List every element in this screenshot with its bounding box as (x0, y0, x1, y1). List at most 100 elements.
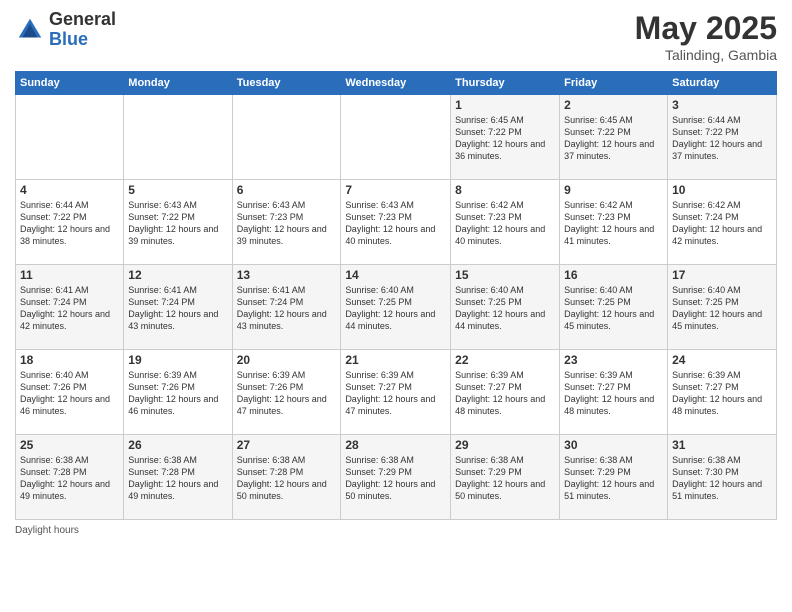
cell-date-number: 20 (237, 353, 337, 367)
cell-info: Sunrise: 6:39 AMSunset: 7:27 PMDaylight:… (455, 369, 555, 418)
calendar-week-row: 25Sunrise: 6:38 AMSunset: 7:28 PMDayligh… (16, 435, 777, 520)
cell-date-number: 16 (564, 268, 663, 282)
cell-info: Sunrise: 6:40 AMSunset: 7:25 PMDaylight:… (672, 284, 772, 333)
title-month: May 2025 (635, 10, 777, 47)
cell-date-number: 24 (672, 353, 772, 367)
calendar-cell: 15Sunrise: 6:40 AMSunset: 7:25 PMDayligh… (451, 265, 560, 350)
cell-date-number: 6 (237, 183, 337, 197)
cell-date-number: 1 (455, 98, 555, 112)
cell-info: Sunrise: 6:38 AMSunset: 7:29 PMDaylight:… (564, 454, 663, 503)
calendar-cell: 2 Sunrise: 6:45 AMSunset: 7:22 PMDaylight… (560, 95, 668, 180)
cell-date-number: 8 (455, 183, 555, 197)
cell-info: Sunrise: 6:39 AMSunset: 7:27 PMDaylight:… (564, 369, 663, 418)
calendar-cell: 24 Sunrise: 6:39 AMSunset: 7:27 PMDayligh… (668, 350, 777, 435)
cell-info: Sunrise: 6:45 AMSunset: 7:22 PMDaylight:… (455, 114, 555, 163)
calendar-cell (124, 95, 232, 180)
cell-date-number: 14 (345, 268, 446, 282)
cell-date-number: 5 (128, 183, 227, 197)
calendar-cell: 10 Sunrise: 6:42 AMSunset: 7:24 PMDayligh… (668, 180, 777, 265)
calendar-cell: 4 Sunrise: 6:44 AMSunset: 7:22 PMDaylight… (16, 180, 124, 265)
cell-info: Sunrise: 6:39 AMSunset: 7:27 PMDaylight:… (672, 369, 772, 418)
logo-general: General (49, 10, 116, 30)
cell-date-number: 3 (672, 98, 772, 112)
cell-info: Sunrise: 6:40 AMSunset: 7:25 PMDaylight:… (345, 284, 446, 333)
title-location: Talinding, Gambia (635, 47, 777, 63)
cell-info: Sunrise: 6:42 AMSunset: 7:24 PMDaylight:… (672, 199, 772, 248)
calendar-cell: 19 Sunrise: 6:39 AMSunset: 7:26 PMDayligh… (124, 350, 232, 435)
calendar-cell (16, 95, 124, 180)
cell-date-number: 29 (455, 438, 555, 452)
calendar-cell (341, 95, 451, 180)
cell-info: Sunrise: 6:39 AMSunset: 7:27 PMDaylight:… (345, 369, 446, 418)
calendar-day-header: Sunday (16, 72, 124, 95)
cell-date-number: 10 (672, 183, 772, 197)
cell-date-number: 23 (564, 353, 663, 367)
cell-info: Sunrise: 6:38 AMSunset: 7:30 PMDaylight:… (672, 454, 772, 503)
calendar-day-header: Tuesday (232, 72, 341, 95)
calendar-cell: 1 Sunrise: 6:45 AMSunset: 7:22 PMDaylight… (451, 95, 560, 180)
cell-info: Sunrise: 6:39 AMSunset: 7:26 PMDaylight:… (128, 369, 227, 418)
calendar-cell: 18 Sunrise: 6:40 AMSunset: 7:26 PMDayligh… (16, 350, 124, 435)
calendar-cell: 29 Sunrise: 6:38 AMSunset: 7:29 PMDayligh… (451, 435, 560, 520)
calendar-day-header: Wednesday (341, 72, 451, 95)
calendar-week-row: 18 Sunrise: 6:40 AMSunset: 7:26 PMDayligh… (16, 350, 777, 435)
calendar-cell: 6Sunrise: 6:43 AMSunset: 7:23 PMDaylight… (232, 180, 341, 265)
calendar-cell: 20 Sunrise: 6:39 AMSunset: 7:26 PMDayligh… (232, 350, 341, 435)
calendar-cell (232, 95, 341, 180)
calendar-cell: 23 Sunrise: 6:39 AMSunset: 7:27 PMDayligh… (560, 350, 668, 435)
calendar-week-row: 4 Sunrise: 6:44 AMSunset: 7:22 PMDaylight… (16, 180, 777, 265)
cell-date-number: 4 (20, 183, 119, 197)
calendar-cell: 8Sunrise: 6:42 AMSunset: 7:23 PMDaylight… (451, 180, 560, 265)
cell-info: Sunrise: 6:40 AMSunset: 7:25 PMDaylight:… (455, 284, 555, 333)
cell-date-number: 30 (564, 438, 663, 452)
cell-date-number: 7 (345, 183, 446, 197)
cell-date-number: 31 (672, 438, 772, 452)
logo-text: General Blue (49, 10, 116, 50)
cell-date-number: 19 (128, 353, 227, 367)
cell-info: Sunrise: 6:41 AMSunset: 7:24 PMDaylight:… (20, 284, 119, 333)
calendar-cell: 21Sunrise: 6:39 AMSunset: 7:27 PMDayligh… (341, 350, 451, 435)
cell-date-number: 28 (345, 438, 446, 452)
calendar-header-row: SundayMondayTuesdayWednesdayThursdayFrid… (16, 72, 777, 95)
calendar-cell: 5Sunrise: 6:43 AMSunset: 7:22 PMDaylight… (124, 180, 232, 265)
cell-info: Sunrise: 6:40 AMSunset: 7:25 PMDaylight:… (564, 284, 663, 333)
calendar-day-header: Monday (124, 72, 232, 95)
cell-date-number: 2 (564, 98, 663, 112)
cell-info: Sunrise: 6:38 AMSunset: 7:29 PMDaylight:… (455, 454, 555, 503)
calendar-cell: 25Sunrise: 6:38 AMSunset: 7:28 PMDayligh… (16, 435, 124, 520)
cell-info: Sunrise: 6:39 AMSunset: 7:26 PMDaylight:… (237, 369, 337, 418)
cell-info: Sunrise: 6:38 AMSunset: 7:28 PMDaylight:… (20, 454, 119, 503)
cell-info: Sunrise: 6:45 AMSunset: 7:22 PMDaylight:… (564, 114, 663, 163)
logo-icon (15, 15, 45, 45)
page: General Blue May 2025 Talinding, Gambia … (0, 0, 792, 612)
cell-date-number: 9 (564, 183, 663, 197)
calendar-cell: 7 Sunrise: 6:43 AMSunset: 7:23 PMDaylight… (341, 180, 451, 265)
cell-info: Sunrise: 6:41 AMSunset: 7:24 PMDaylight:… (128, 284, 227, 333)
daylight-label: Daylight hours (15, 525, 79, 536)
calendar-cell: 27 Sunrise: 6:38 AMSunset: 7:28 PMDayligh… (232, 435, 341, 520)
cell-date-number: 12 (128, 268, 227, 282)
calendar-cell: 3 Sunrise: 6:44 AMSunset: 7:22 PMDaylight… (668, 95, 777, 180)
cell-info: Sunrise: 6:42 AMSunset: 7:23 PMDaylight:… (564, 199, 663, 248)
cell-info: Sunrise: 6:38 AMSunset: 7:29 PMDaylight:… (345, 454, 446, 503)
cell-date-number: 18 (20, 353, 119, 367)
cell-info: Sunrise: 6:43 AMSunset: 7:23 PMDaylight:… (345, 199, 446, 248)
footer-note: Daylight hours (15, 525, 777, 536)
cell-date-number: 22 (455, 353, 555, 367)
cell-date-number: 27 (237, 438, 337, 452)
cell-date-number: 17 (672, 268, 772, 282)
title-block: May 2025 Talinding, Gambia (635, 10, 777, 63)
calendar-cell: 11 Sunrise: 6:41 AMSunset: 7:24 PMDayligh… (16, 265, 124, 350)
cell-info: Sunrise: 6:44 AMSunset: 7:22 PMDaylight:… (20, 199, 119, 248)
cell-date-number: 11 (20, 268, 119, 282)
cell-info: Sunrise: 6:40 AMSunset: 7:26 PMDaylight:… (20, 369, 119, 418)
header: General Blue May 2025 Talinding, Gambia (15, 10, 777, 63)
cell-info: Sunrise: 6:38 AMSunset: 7:28 PMDaylight:… (237, 454, 337, 503)
cell-info: Sunrise: 6:44 AMSunset: 7:22 PMDaylight:… (672, 114, 772, 163)
cell-date-number: 13 (237, 268, 337, 282)
logo-blue: Blue (49, 30, 116, 50)
calendar-table: SundayMondayTuesdayWednesdayThursdayFrid… (15, 71, 777, 520)
calendar-day-header: Friday (560, 72, 668, 95)
calendar-cell: 22 Sunrise: 6:39 AMSunset: 7:27 PMDayligh… (451, 350, 560, 435)
calendar-week-row: 1 Sunrise: 6:45 AMSunset: 7:22 PMDaylight… (16, 95, 777, 180)
